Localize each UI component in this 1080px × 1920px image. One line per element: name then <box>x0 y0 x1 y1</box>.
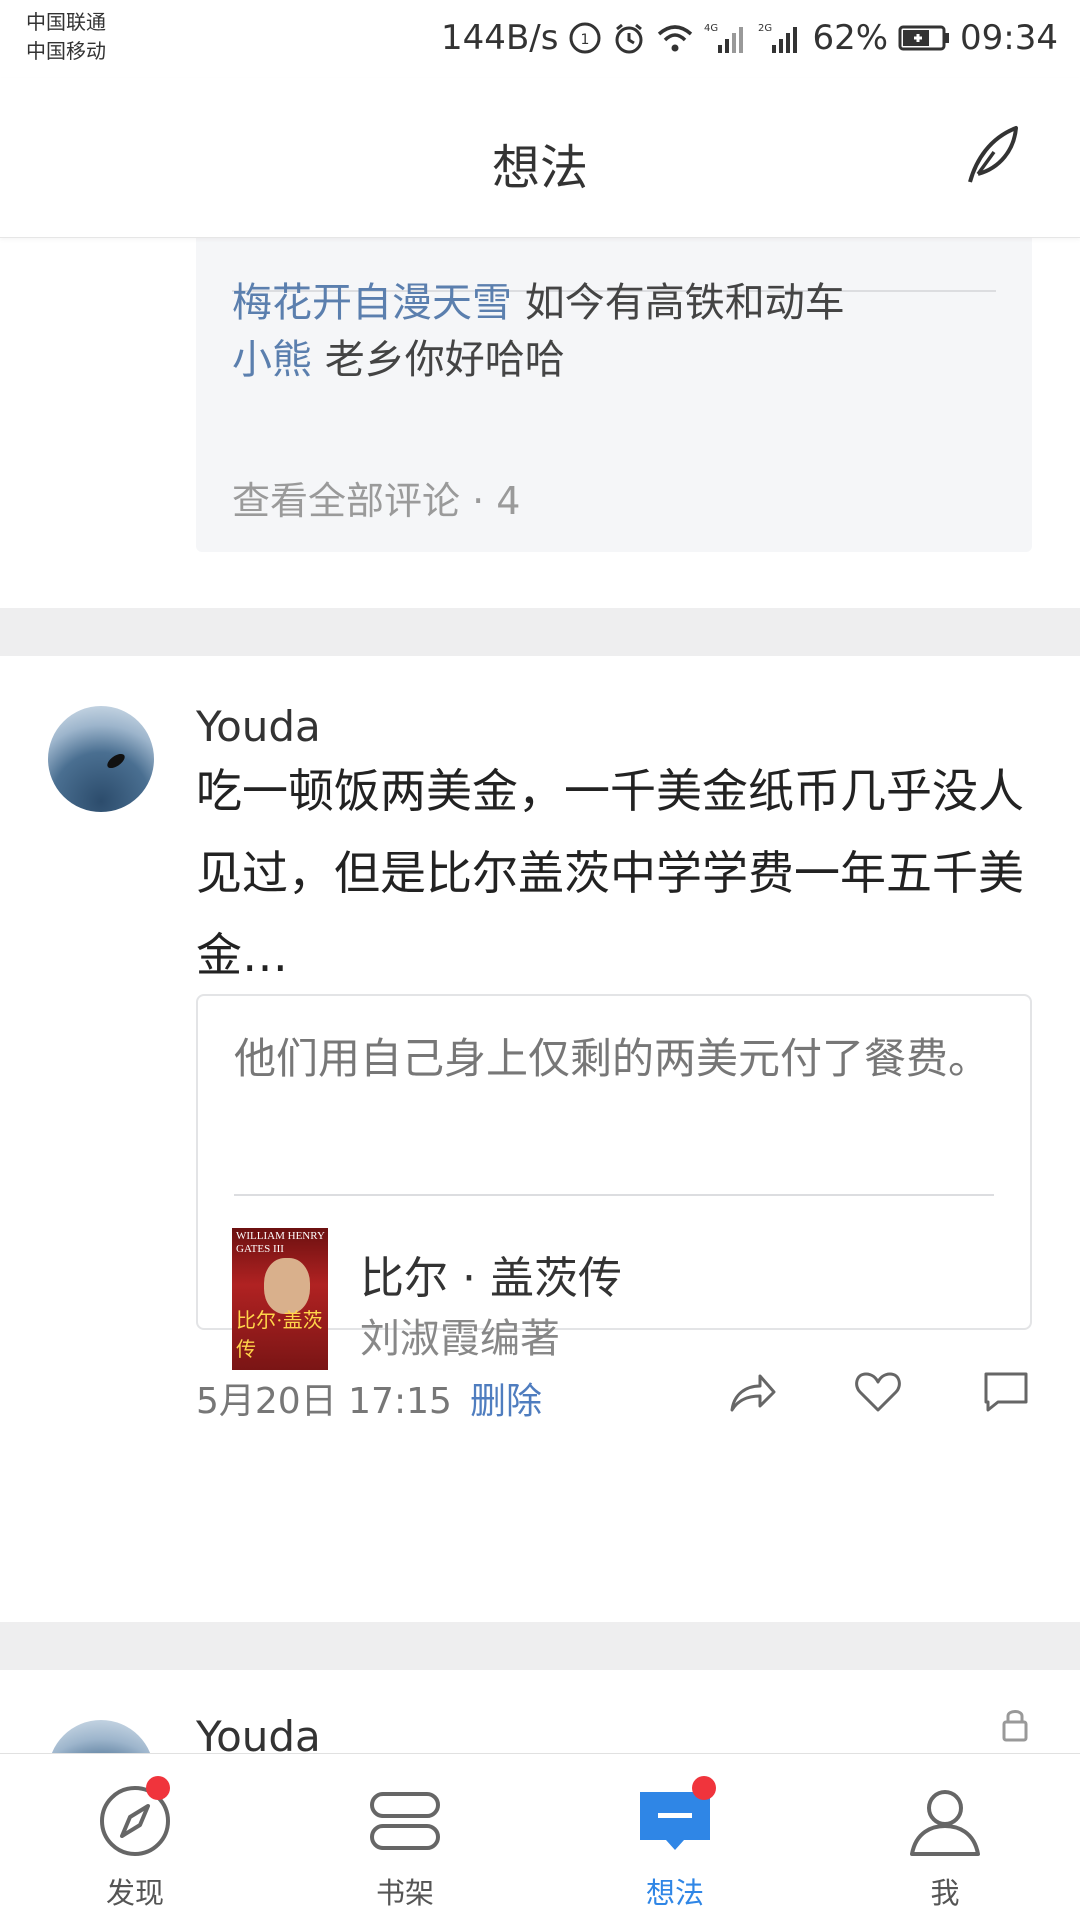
bottom-tab-bar: 发现 书架 想法 我 <box>0 1753 1080 1920</box>
comment-item[interactable]: 梅花开自漫天雪 如今有高铁和动车 <box>232 270 845 328</box>
notification-badge <box>692 1776 716 1800</box>
comment-item[interactable]: 小熊 老乡你好哈哈 <box>232 327 565 385</box>
feed-separator <box>0 1622 1080 1670</box>
book-cover-bottom-text: 比尔·盖茨传 <box>236 1310 323 1361</box>
carrier-2: 中国移动 <box>26 39 106 63</box>
data-saver-icon: 1 <box>568 21 602 55</box>
divider <box>234 1194 994 1196</box>
thoughts-feed[interactable]: 梅花开自漫天雪 如今有高铁和动车 小熊 老乡你好哈哈 查看全部评论 · 4 Yo… <box>0 238 1080 1753</box>
tab-label: 想法 <box>645 1876 704 1910</box>
comment-panel: 梅花开自漫天雪 如今有高铁和动车 小熊 老乡你好哈哈 查看全部评论 · 4 <box>196 238 1032 552</box>
tab-label: 我 <box>930 1876 960 1910</box>
quote-text: 他们用自己身上仅剩的两美元付了餐费。 <box>234 1034 991 1083</box>
book-author: 刘淑霞编著 <box>360 1316 560 1362</box>
share-icon[interactable] <box>726 1366 778 1418</box>
avatar[interactable] <box>48 706 154 812</box>
wifi-icon <box>656 22 694 54</box>
comment-text: 老乡你好哈哈 <box>324 337 565 383</box>
battery-icon <box>898 24 950 52</box>
carrier-info: 中国联通 中国移动 <box>26 8 106 66</box>
carrier-1: 中国联通 <box>26 10 106 34</box>
svg-text:1: 1 <box>581 32 590 48</box>
lock-icon <box>1000 1706 1030 1742</box>
tab-label: 书架 <box>375 1876 434 1910</box>
app-header: 想法 <box>0 78 1080 238</box>
comment-author[interactable]: 小熊 <box>232 337 312 383</box>
page-title: 想法 <box>491 140 588 196</box>
net-speed: 144B/s <box>441 18 559 58</box>
delete-button[interactable]: 删除 <box>470 1372 542 1424</box>
book-cover-top-text: WILLIAM HENRY GATES III <box>236 1230 325 1255</box>
status-bar: 中国联通 中国移动 144B/s 1 4G 2G 62% 09:34 <box>0 0 1080 78</box>
avatar-bird <box>104 751 128 771</box>
thought-post: Youda <box>0 1670 1080 1753</box>
quill-feather-icon[interactable] <box>956 120 1026 190</box>
view-all-comments-link[interactable]: 查看全部评论 · 4 <box>232 470 520 525</box>
notification-badge <box>146 1776 170 1800</box>
post-text[interactable]: 吃一顿饭两美金，一千美金纸币几乎没人见过，但是比尔盖茨中学学费一年五千美金… <box>196 750 1036 996</box>
book-cover-image[interactable]: WILLIAM HENRY GATES III 比尔·盖茨传 <box>232 1228 328 1370</box>
profile-icon <box>908 1784 982 1858</box>
comment-author[interactable]: 梅花开自漫天雪 <box>232 280 512 326</box>
tab-label: 发现 <box>105 1876 164 1910</box>
post-username[interactable]: Youda <box>196 1712 321 1753</box>
post-timestamp: 5月20日 17:15 <box>196 1381 452 1422</box>
clock: 09:34 <box>960 18 1058 58</box>
svg-text:2G: 2G <box>758 23 772 34</box>
post-username[interactable]: Youda <box>196 702 321 751</box>
tab-bookshelf[interactable]: 书架 <box>270 1754 540 1920</box>
thought-post: Youda 吃一顿饭两美金，一千美金纸币几乎没人见过，但是比尔盖茨中学学费一年五… <box>0 656 1080 1753</box>
status-indicators: 144B/s 1 4G 2G 62% 09:34 <box>441 14 1058 62</box>
bookshelf-icon <box>368 1784 442 1858</box>
battery-percent: 62% <box>812 18 889 58</box>
tab-discover[interactable]: 发现 <box>0 1754 270 1920</box>
heart-icon[interactable] <box>852 1366 904 1418</box>
alarm-icon <box>612 21 646 55</box>
book-title[interactable]: 比尔 · 盖茨传 <box>360 1242 622 1306</box>
feed-separator <box>0 608 1080 656</box>
quote-card[interactable]: 他们用自己身上仅剩的两美元付了餐费。 WILLIAM HENRY GATES I… <box>196 994 1032 1370</box>
tab-thoughts[interactable]: 想法 <box>540 1754 810 1920</box>
svg-text:4G: 4G <box>704 23 718 34</box>
tab-me[interactable]: 我 <box>810 1754 1080 1920</box>
comment-text: 如今有高铁和动车 <box>524 280 845 326</box>
signal-4g-icon: 4G <box>704 21 748 55</box>
avatar[interactable] <box>48 1720 154 1753</box>
comment-icon[interactable] <box>980 1366 1032 1418</box>
signal-2g-icon: 2G <box>758 21 802 55</box>
